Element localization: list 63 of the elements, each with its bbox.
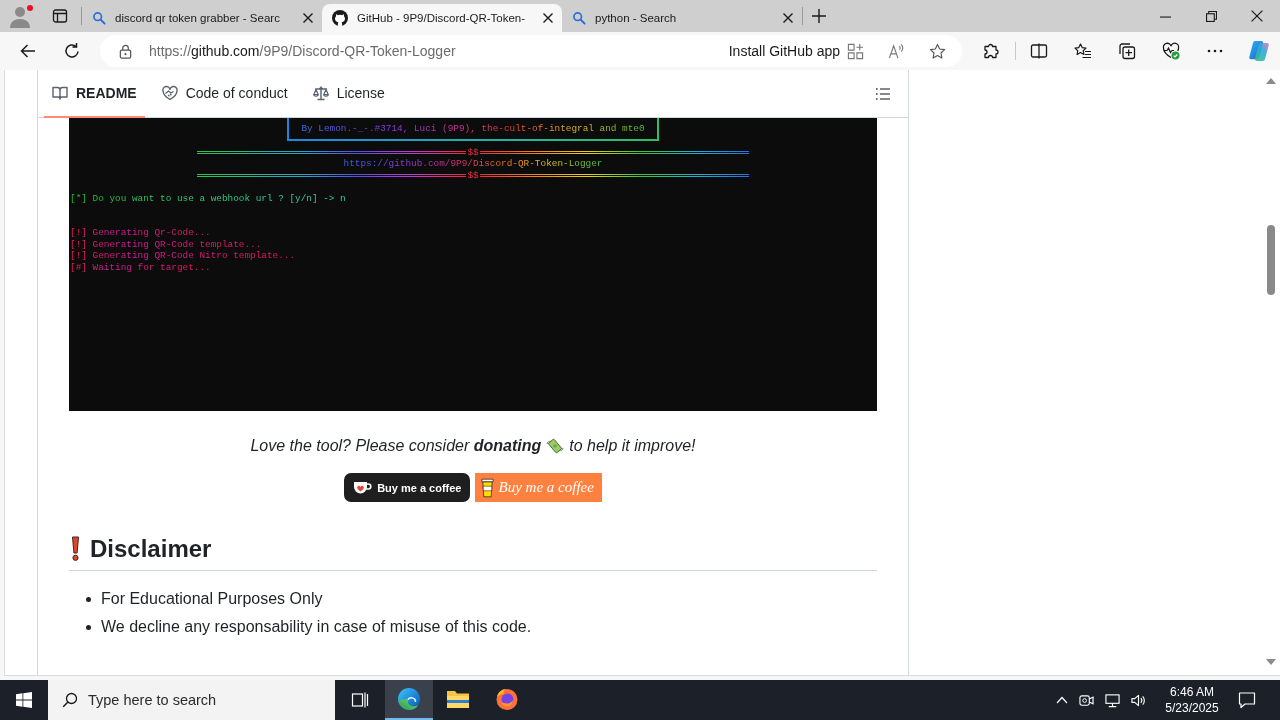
search-icon — [572, 11, 586, 25]
refresh-icon[interactable] — [63, 42, 81, 60]
taskbar-time[interactable]: 6:46 AM — [1170, 684, 1214, 700]
scrollbar-thumb[interactable] — [1267, 225, 1275, 295]
profile-avatar-icon[interactable] — [10, 4, 34, 28]
scroll-up-icon[interactable] — [1266, 78, 1276, 84]
close-icon[interactable] — [782, 12, 794, 24]
close-icon[interactable] — [542, 12, 554, 24]
heart-handshake-icon — [161, 85, 178, 101]
chevron-up-icon[interactable] — [1056, 696, 1068, 704]
network-icon[interactable] — [1105, 692, 1120, 708]
terminal-rule: $$ — [197, 169, 749, 181]
start-menu-icon[interactable] — [16, 692, 32, 708]
lock-icon[interactable] — [118, 43, 133, 59]
section-heading: Disclaimer — [90, 534, 212, 564]
taskbar-date[interactable]: 5/23/2025 — [1165, 700, 1219, 716]
coffee-donate-button[interactable]: Buy me a coffee — [344, 473, 470, 502]
list-item-text: For Educational Purposes Only — [101, 589, 323, 609]
coffee-cup-icon — [480, 476, 494, 499]
task-view-icon[interactable] — [351, 691, 369, 709]
search-icon — [92, 11, 106, 25]
terminal-rule: $$ — [197, 146, 749, 158]
list-item-text: We decline any responsability in case of misuse of this code. — [101, 617, 532, 637]
speaker-icon[interactable] — [1131, 692, 1146, 708]
address-bar[interactable]: https://github.com/9P9/Discord-QR-Token-Logger Install GitHub app — [100, 35, 962, 67]
app-install-icon[interactable] — [847, 42, 864, 60]
collections-icon[interactable] — [1118, 42, 1136, 60]
search-icon — [62, 692, 78, 708]
restore-icon[interactable] — [1205, 10, 1217, 22]
scale-icon — [312, 85, 329, 101]
flame-globe-icon — [495, 687, 519, 711]
donation-text: Love the tool? Please consider donating — [250, 436, 542, 456]
readme-tab[interactable]: Code of conduct — [153, 70, 296, 118]
browser-tab[interactable]: discord qr token grabber - Searc — [82, 4, 322, 32]
close-icon[interactable] — [1251, 10, 1263, 22]
scroll-down-icon[interactable] — [1266, 659, 1276, 665]
star-icon[interactable] — [929, 42, 946, 60]
readme-tab[interactable]: License — [304, 70, 393, 118]
video-camera-icon[interactable] — [1079, 692, 1094, 708]
browser-tab[interactable]: GitHub - 9P9/Discord-QR-Token- — [322, 4, 562, 32]
bullet-icon — [86, 624, 91, 630]
close-icon[interactable] — [302, 12, 314, 24]
split-screen-icon[interactable] — [1030, 42, 1048, 60]
gradient-logo-icon[interactable] — [1248, 40, 1270, 62]
list-icon[interactable] — [875, 85, 891, 102]
back-arrow-icon[interactable] — [19, 42, 37, 60]
read-aloud-icon[interactable] — [888, 42, 905, 60]
extensions-icon[interactable] — [982, 42, 1000, 60]
donation-text: to help it improve! — [569, 436, 696, 456]
install-app-button[interactable]: Install GitHub app — [728, 43, 840, 59]
new-tab-icon[interactable] — [811, 8, 827, 24]
browser-tab[interactable]: python - Search — [562, 4, 802, 32]
heart-pulse-icon[interactable] — [1162, 42, 1180, 60]
swirl-app-icon — [397, 687, 421, 711]
book-icon — [52, 85, 68, 101]
url-text[interactable]: https://github.com/9P9/Discord-QR-Token-Logger — [149, 43, 456, 59]
favorites-icon[interactable] — [1074, 42, 1092, 60]
taskbar-search-field[interactable]: Type here to search — [48, 680, 335, 720]
cat-logo-icon — [332, 10, 348, 26]
tab-actions-icon[interactable] — [52, 8, 68, 24]
notification-icon[interactable] — [1238, 691, 1256, 709]
exclamation-icon — [70, 536, 81, 562]
bullet-icon — [86, 596, 91, 602]
